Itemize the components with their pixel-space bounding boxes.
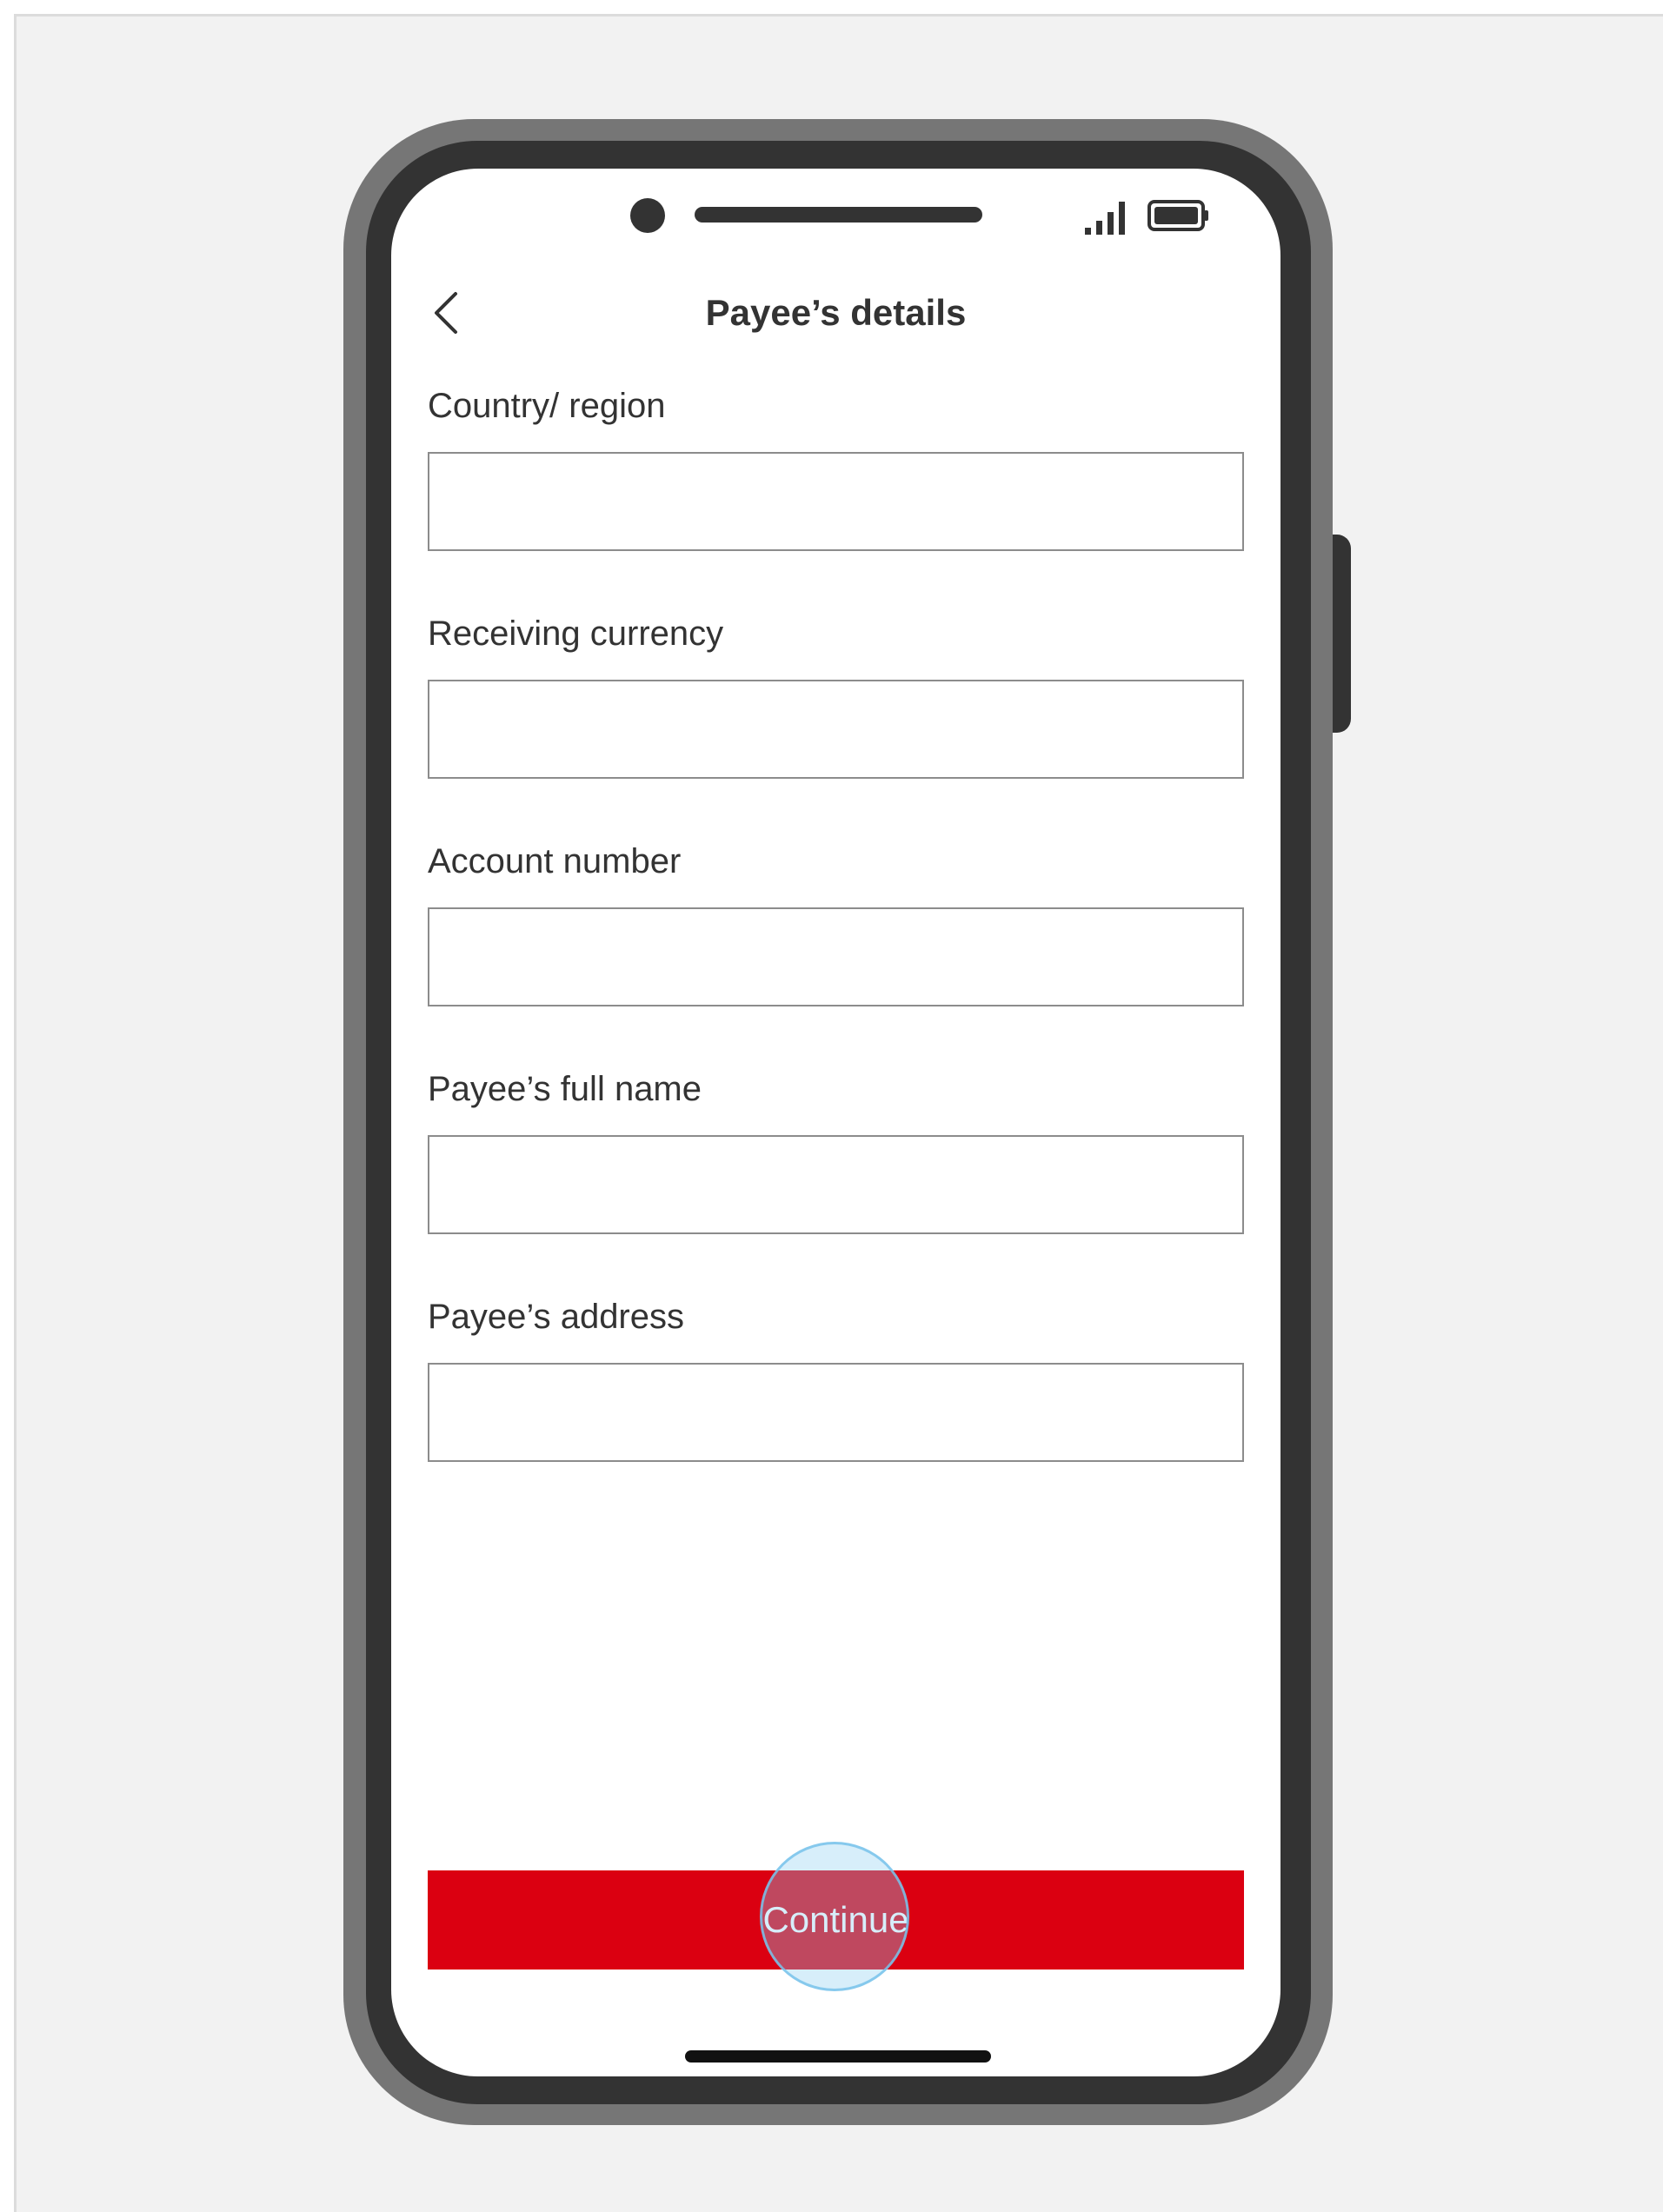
continue-button[interactable]: Continue [428, 1870, 1244, 1970]
payee-address-input[interactable] [428, 1363, 1244, 1462]
payee-full-name-input[interactable] [428, 1135, 1244, 1234]
account-number-label: Account number [428, 842, 682, 880]
country-region-input[interactable] [428, 452, 1244, 551]
camera-icon [630, 198, 665, 233]
battery-icon [1147, 200, 1208, 231]
speaker-grille [695, 207, 982, 223]
signal-icon [1085, 202, 1125, 235]
phone-screen: Payee’s details Country/ region Receivin… [391, 169, 1281, 2076]
page-title: Payee’s details [705, 292, 967, 333]
payee-address-label: Payee’s address [428, 1298, 684, 1336]
payee-full-name-label: Payee’s full name [428, 1070, 702, 1108]
country-region-label: Country/ region [428, 387, 666, 425]
account-number-input[interactable] [428, 907, 1244, 1006]
receiving-currency-label: Receiving currency [428, 614, 724, 653]
home-indicator[interactable] [685, 2050, 991, 2063]
receiving-currency-input[interactable] [428, 680, 1244, 779]
